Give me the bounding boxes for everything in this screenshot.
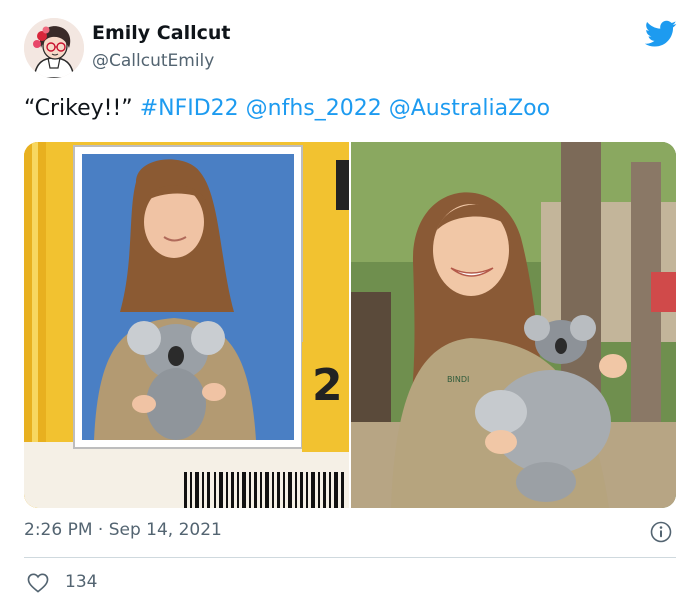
footer-divider	[24, 557, 676, 558]
hashtag-link[interactable]: #NFID22	[140, 96, 239, 121]
tweet-card: Emily Callcut @CallcutEmily “Crikey!!” #…	[0, 0, 700, 611]
info-icon[interactable]	[650, 521, 672, 543]
mention-link-australiazoo[interactable]: @AustraliaZoo	[389, 96, 550, 121]
tweet-media[interactable]: 2 BINDI	[24, 142, 676, 508]
tweet-text: “Crikey!!” #NFID22 @nfhs_2022 @Australia…	[24, 96, 550, 121]
id-card-number: 2	[312, 360, 343, 411]
like-count[interactable]: 134	[65, 572, 97, 592]
shirt-embroidery: BINDI	[447, 375, 469, 384]
author-handle[interactable]: @CallcutEmily	[92, 51, 214, 71]
twitter-bird-icon[interactable]	[645, 20, 677, 48]
mention-link-nfhs[interactable]: @nfhs_2022	[246, 96, 382, 121]
avatar[interactable]	[24, 18, 84, 78]
author-display-name[interactable]: Emily Callcut	[92, 22, 230, 44]
tweet-quote: “Crikey!!”	[24, 96, 133, 121]
cartoon-avatar-icon	[24, 18, 84, 78]
heart-icon[interactable]	[27, 573, 49, 593]
zoo-photo[interactable]: BINDI	[351, 142, 676, 508]
tweet-timestamp[interactable]: 2:26 PM · Sep 14, 2021	[24, 520, 222, 540]
id-card-photo[interactable]: 2	[24, 142, 349, 508]
